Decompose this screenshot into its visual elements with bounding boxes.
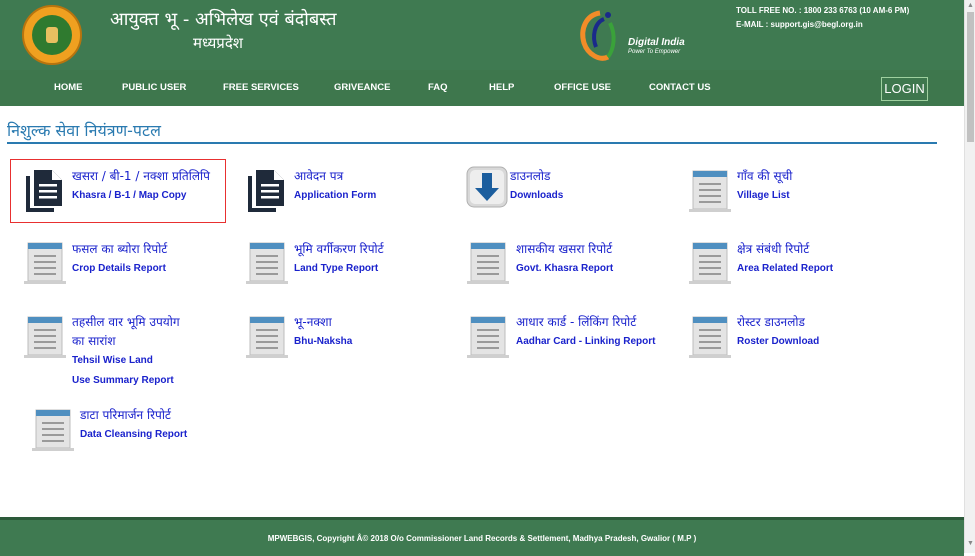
service-label-hi-line2[interactable]: का सारांश xyxy=(72,332,116,349)
email-text: E-MAIL : support.gis@begl.org.in xyxy=(736,20,863,29)
report-icon xyxy=(24,242,66,284)
vertical-scrollbar[interactable]: ▲ ▼ xyxy=(964,0,975,553)
digital-india-logo: Digital India Power To Empower xyxy=(576,9,696,65)
service-label-hi[interactable]: शासकीय खसरा रिपोर्ट xyxy=(516,240,612,257)
report-icon xyxy=(689,242,731,284)
main-nav: HOME PUBLIC USER FREE SERVICES GRIVEANCE… xyxy=(0,70,964,106)
service-label-hi[interactable]: डाटा परिमार्जन रिपोर्ट xyxy=(80,406,171,423)
toll-free-text: TOLL FREE NO. : 1800 233 6763 (10 AM-6 P… xyxy=(736,6,910,15)
service-label-en[interactable]: Roster Download xyxy=(737,336,819,347)
service-label-en[interactable]: Khasra / B-1 / Map Copy xyxy=(72,190,186,201)
download-icon xyxy=(466,166,508,208)
report-icon xyxy=(467,316,509,358)
service-label-hi[interactable]: क्षेत्र संबंधी रिपोर्ट xyxy=(737,240,809,257)
report-icon xyxy=(689,316,731,358)
contact-info: TOLL FREE NO. : 1800 233 6763 (10 AM-6 P… xyxy=(736,4,909,32)
service-label-en[interactable]: Bhu-Naksha xyxy=(294,336,352,347)
header-title-line1: आयुक्त भू - अभिलेख एवं बंदोबस्त xyxy=(110,9,337,30)
service-label-en[interactable]: Aadhar Card - Linking Report xyxy=(516,336,655,347)
document-copy-icon xyxy=(248,170,284,212)
emblem-core xyxy=(46,27,58,43)
service-label-hi[interactable]: डाउनलोड xyxy=(510,167,550,184)
site-header: आयुक्त भू - अभिलेख एवं बंदोबस्त मध्यप्रद… xyxy=(0,0,964,70)
service-label-en[interactable]: Crop Details Report xyxy=(72,263,166,274)
nav-public-user[interactable]: PUBLIC USER xyxy=(122,70,186,106)
scroll-down-arrow-icon[interactable]: ▼ xyxy=(967,540,974,547)
service-label-en[interactable]: Land Type Report xyxy=(294,263,378,274)
scroll-up-arrow-icon[interactable]: ▲ xyxy=(967,2,974,9)
service-label-en-line2[interactable]: Use Summary Report xyxy=(72,375,174,386)
copyright-text: MPWEBGIS, Copyright Â© 2018 O/o Commissi… xyxy=(267,534,697,543)
nav-help[interactable]: HELP xyxy=(489,70,514,106)
report-icon xyxy=(689,170,731,212)
login-button[interactable]: LOGIN xyxy=(881,77,928,101)
service-label-hi[interactable]: तहसील वार भूमि उपयोग xyxy=(72,313,180,330)
nav-contact-us[interactable]: CONTACT US xyxy=(649,70,711,106)
service-label-en[interactable]: Tehsil Wise Land xyxy=(72,355,153,366)
nav-free-services[interactable]: FREE SERVICES xyxy=(223,70,299,106)
title-divider xyxy=(7,142,937,144)
report-icon xyxy=(467,242,509,284)
mp-emblem-logo[interactable] xyxy=(22,5,82,65)
service-label-hi[interactable]: रोस्टर डाउनलोड xyxy=(737,313,805,330)
service-label-en[interactable]: Govt. Khasra Report xyxy=(516,263,613,274)
report-icon xyxy=(246,242,288,284)
digital-india-text: Digital India xyxy=(628,37,685,48)
report-icon xyxy=(32,409,74,451)
digital-india-swirl-icon xyxy=(580,10,616,61)
service-label-hi[interactable]: भूमि वर्गीकरण रिपोर्ट xyxy=(294,240,384,257)
service-label-hi[interactable]: आवेदन पत्र xyxy=(294,167,343,184)
service-label-en[interactable]: Application Form xyxy=(294,190,376,201)
service-label-hi[interactable]: गाँव की सूची xyxy=(737,167,792,184)
service-label-en[interactable]: Downloads xyxy=(510,190,563,201)
document-copy-icon xyxy=(26,170,62,212)
report-icon xyxy=(24,316,66,358)
digital-india-tagline: Power To Empower xyxy=(628,49,681,55)
nav-faq[interactable]: FAQ xyxy=(428,70,448,106)
service-label-hi[interactable]: फसल का ब्योरा रिपोर्ट xyxy=(72,240,167,257)
nav-office-use[interactable]: OFFICE USE xyxy=(554,70,611,106)
report-icon xyxy=(246,316,288,358)
site-footer: MPWEBGIS, Copyright Â© 2018 O/o Commissi… xyxy=(0,517,964,556)
header-title-line2: मध्यप्रदेश xyxy=(193,34,244,52)
service-label-hi[interactable]: भू-नक्शा xyxy=(294,313,332,330)
scrollbar-thumb[interactable] xyxy=(967,12,974,142)
page-title: निशुल्क सेवा नियंत्रण-पटल xyxy=(7,121,161,140)
service-label-en[interactable]: Village List xyxy=(737,190,790,201)
service-label-hi[interactable]: खसरा / बी-1 / नक्शा प्रतिलिपि xyxy=(72,167,210,184)
service-label-en[interactable]: Data Cleansing Report xyxy=(80,429,187,440)
nav-home[interactable]: HOME xyxy=(54,70,83,106)
emblem-inner xyxy=(32,15,72,55)
service-label-hi[interactable]: आधार कार्ड - लिंकिंग रिपोर्ट xyxy=(516,313,636,330)
service-label-en[interactable]: Area Related Report xyxy=(737,263,833,274)
nav-griveance[interactable]: GRIVEANCE xyxy=(334,70,390,106)
